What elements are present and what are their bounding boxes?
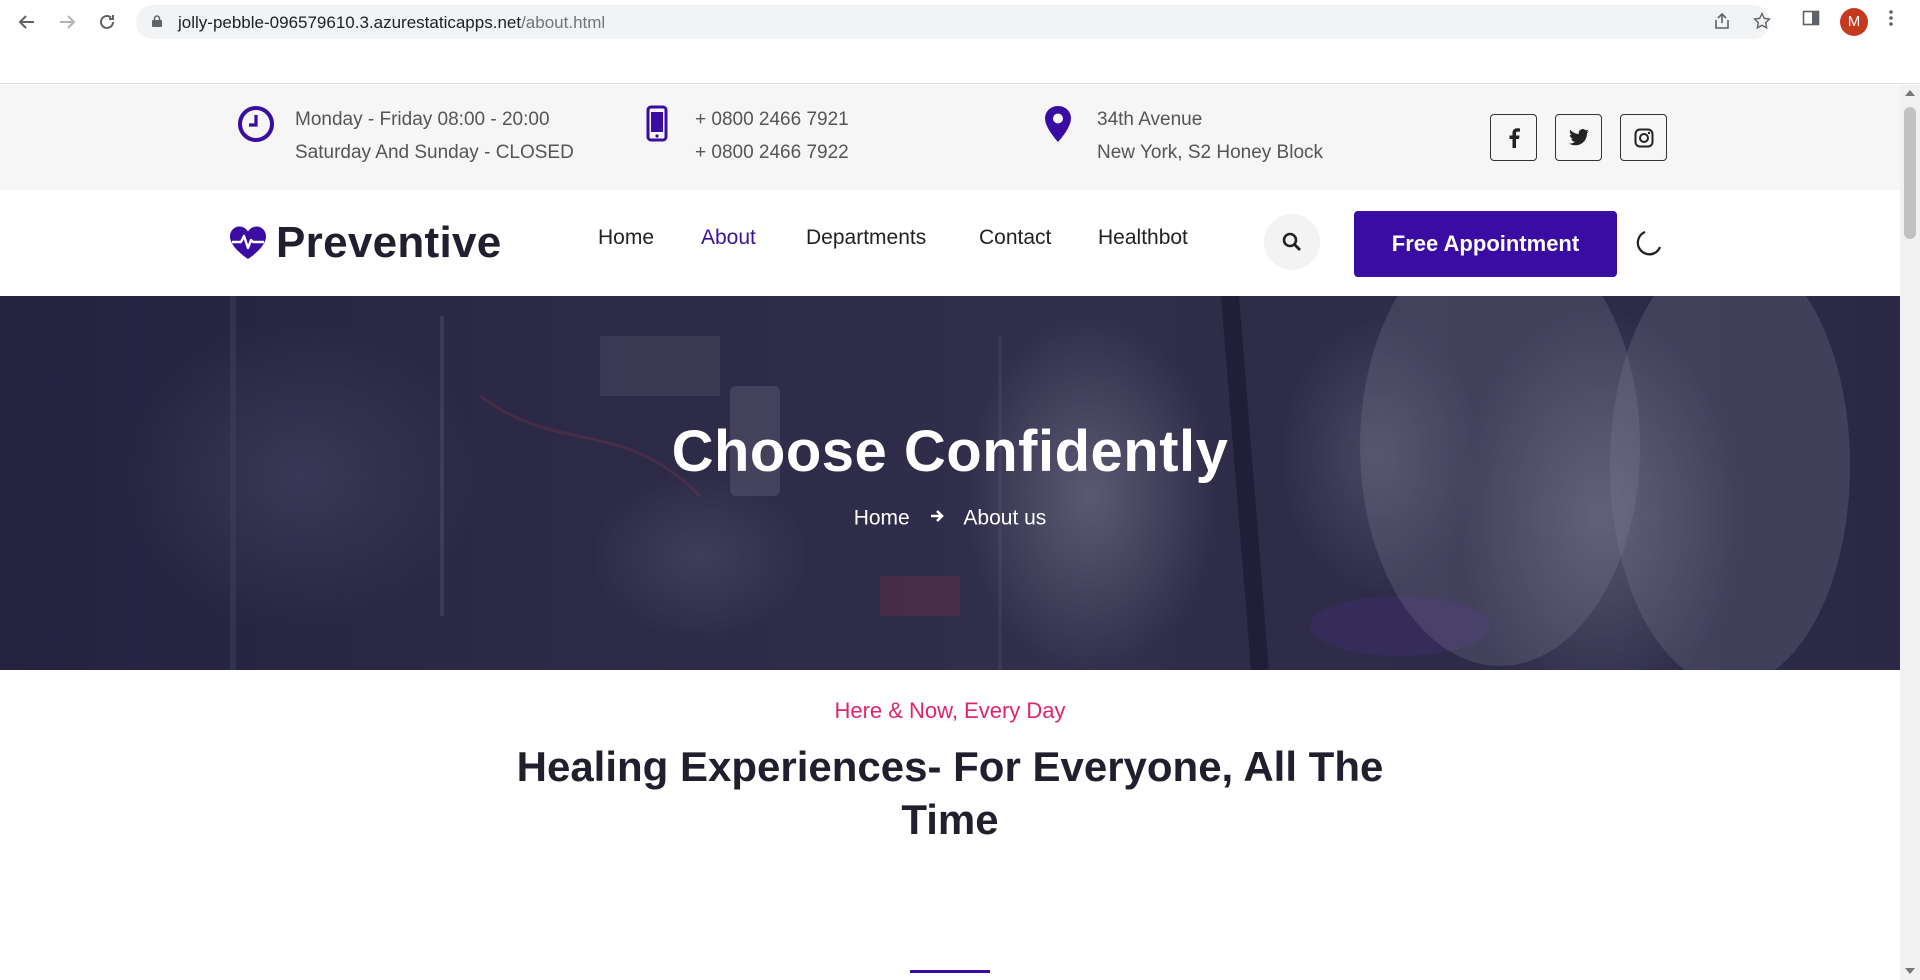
map-pin-icon bbox=[1045, 106, 1071, 142]
share-icon[interactable] bbox=[1712, 12, 1732, 32]
free-appointment-button[interactable]: Free Appointment bbox=[1354, 211, 1617, 277]
mobile-phone-icon bbox=[646, 105, 668, 142]
heart-pulse-icon bbox=[230, 226, 266, 259]
address-bar[interactable]: jolly-pebble-096579610.3.azurestaticapps… bbox=[136, 5, 1772, 39]
search-button[interactable] bbox=[1264, 214, 1320, 270]
phone-primary: + 0800 2466 7921 bbox=[695, 109, 849, 130]
facebook-icon[interactable] bbox=[1490, 114, 1537, 161]
phone-info: + 0800 2466 7921 + 0800 2466 7922 bbox=[645, 103, 849, 169]
hours-weekend: Saturday And Sunday - CLOSED bbox=[295, 142, 574, 163]
section-title: Healing Experiences- For Everyone, All T… bbox=[516, 743, 1384, 843]
scroll-thumb[interactable] bbox=[1904, 107, 1916, 239]
title-divider bbox=[910, 970, 990, 973]
brand-logo[interactable]: Preventive bbox=[228, 218, 502, 268]
page-title: Choose Confidently bbox=[671, 419, 1229, 484]
address-info: 34th Avenue New York, S2 Honey Block bbox=[1043, 103, 1323, 169]
site-header: Preventive Home About Departments Contac… bbox=[0, 190, 1900, 296]
forward-icon[interactable] bbox=[54, 9, 80, 35]
twitter-icon[interactable] bbox=[1555, 114, 1602, 161]
hours-weekday: Monday - Friday 08:00 - 20:00 bbox=[295, 109, 550, 130]
bookmark-star-icon[interactable] bbox=[1752, 11, 1772, 32]
back-icon[interactable] bbox=[14, 9, 40, 35]
reload-icon[interactable] bbox=[94, 9, 120, 35]
top-info-bar: Monday - Friday 08:00 - 20:00 Saturday A… bbox=[0, 85, 1900, 190]
hero-banner: Choose Confidently Home About us bbox=[0, 296, 1900, 670]
nav-about[interactable]: About bbox=[701, 226, 756, 250]
scroll-down-arrow[interactable] bbox=[1905, 968, 1915, 974]
section-tagline: Here & Now, Every Day bbox=[834, 698, 1066, 723]
moon-icon[interactable] bbox=[1634, 228, 1664, 258]
arrow-right-icon bbox=[930, 509, 944, 528]
page-viewport: Monday - Friday 08:00 - 20:00 Saturday A… bbox=[0, 85, 1900, 980]
browser-toolbar: jolly-pebble-096579610.3.azurestaticapps… bbox=[0, 0, 1920, 84]
url-text: jolly-pebble-096579610.3.azurestaticapps… bbox=[178, 13, 606, 32]
search-icon bbox=[1282, 232, 1301, 251]
scroll-up-arrow[interactable] bbox=[1905, 90, 1915, 96]
instagram-icon[interactable] bbox=[1620, 114, 1667, 161]
side-panel-icon[interactable] bbox=[1802, 9, 1820, 33]
address-city: New York, S2 Honey Block bbox=[1097, 142, 1324, 163]
phone-secondary: + 0800 2466 7922 bbox=[695, 142, 849, 163]
address-street: 34th Avenue bbox=[1097, 109, 1203, 130]
lock-icon bbox=[152, 15, 162, 27]
nav-contact[interactable]: Contact bbox=[979, 226, 1051, 250]
clock-icon bbox=[238, 106, 274, 142]
profile-avatar[interactable]: M bbox=[1840, 8, 1868, 36]
page-scrollbar[interactable] bbox=[1900, 85, 1920, 980]
nav-home[interactable]: Home bbox=[598, 226, 654, 250]
breadcrumb: Home About us bbox=[0, 506, 1900, 530]
nav-healthbot[interactable]: Healthbot bbox=[1098, 226, 1188, 250]
breadcrumb-current: About us bbox=[963, 506, 1047, 530]
breadcrumb-home[interactable]: Home bbox=[854, 506, 910, 529]
nav-departments[interactable]: Departments bbox=[806, 226, 926, 250]
hours-info: Monday - Friday 08:00 - 20:00 Saturday A… bbox=[237, 103, 574, 169]
more-menu-icon[interactable] bbox=[1888, 9, 1894, 33]
brand-name: Preventive bbox=[276, 218, 502, 267]
